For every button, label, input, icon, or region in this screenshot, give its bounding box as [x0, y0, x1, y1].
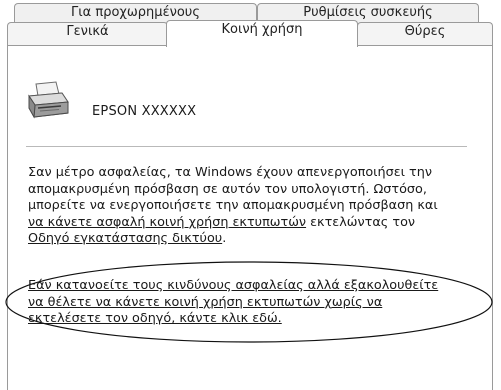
info-text-start: Σαν μέτρο ασφαλείας, τα Windows έχουν απ…: [28, 165, 438, 213]
printer-name: EPSON XXXXXX: [92, 104, 197, 119]
tab-advanced-label: Για προχωρημένους: [71, 5, 200, 20]
info-text-end: .: [222, 231, 227, 246]
active-tab-gap: [167, 44, 357, 47]
secure-sharing-link[interactable]: να κάνετε ασφαλή κοινή χρήση εκτυπωτών: [28, 215, 306, 230]
network-setup-wizard-link[interactable]: Οδηγό εγκατάστασης δικτύου: [28, 231, 222, 246]
tab-ports[interactable]: Θύρες: [357, 22, 493, 46]
security-info-text: Σαν μέτρο ασφαλείας, τα Windows έχουν απ…: [28, 165, 483, 248]
tab-general-label: Γενικά: [66, 24, 109, 39]
share-without-wizard-link[interactable]: Εάν κατανοείτε τους κινδύνους ασφαλείας …: [28, 278, 483, 328]
info-text-mid: εκτελώντας τον: [310, 214, 416, 230]
tab-device-settings-label: Ρυθμίσεις συσκευής: [303, 5, 433, 20]
separator: [26, 146, 467, 147]
tab-sharing-label: Κοινή χρήση: [221, 22, 303, 37]
printer-icon: [28, 81, 69, 119]
tab-sharing[interactable]: Κοινή χρήση: [166, 20, 358, 47]
tab-general[interactable]: Γενικά: [7, 22, 168, 46]
tab-ports-label: Θύρες: [404, 24, 446, 39]
